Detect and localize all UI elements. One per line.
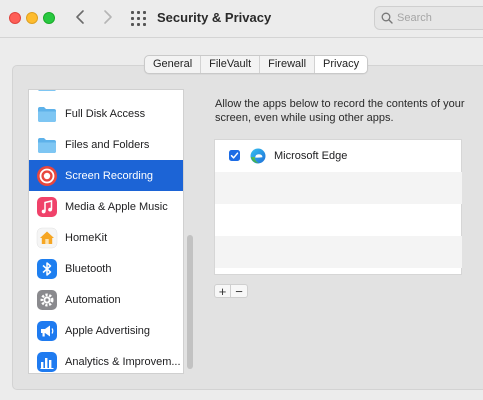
bluetooth-icon	[36, 258, 58, 280]
sidebar-item-label: Apple Advertising	[65, 324, 150, 337]
app-row-microsoft-edge[interactable]: Microsoft Edge	[215, 140, 462, 172]
back-button[interactable]	[72, 9, 88, 27]
folder-icon	[36, 90, 58, 94]
scrollbar-thumb[interactable]	[187, 235, 193, 369]
screen-recording-description: Allow the apps below to record the conte…	[215, 98, 465, 124]
checkmark-icon	[230, 152, 239, 159]
empty-row	[215, 172, 462, 204]
sidebar-item-bluetooth[interactable]: Bluetooth	[29, 253, 183, 284]
chevron-right-icon	[104, 10, 112, 24]
sidebar-item-label: HomeKit	[65, 231, 108, 244]
empty-row	[215, 204, 462, 236]
tab-general[interactable]: General	[145, 56, 202, 73]
window-title: Security & Privacy	[157, 10, 272, 25]
sidebar-item-label: Analytics & Improvem...	[65, 355, 181, 368]
sidebar-item-files-and-folders[interactable]: Files and Folders	[29, 129, 183, 160]
chevron-left-icon	[76, 10, 84, 24]
tab-bar: General FileVault Firewall Privacy	[144, 55, 369, 74]
sidebar-item-full-disk-access[interactable]: Full Disk Access	[29, 98, 183, 129]
tab-privacy[interactable]: Privacy	[315, 56, 368, 73]
sidebar-item-screen-recording[interactable]: Screen Recording	[29, 160, 183, 191]
empty-row	[215, 236, 462, 268]
folder-icon	[36, 134, 58, 156]
privacy-category-list[interactable]: Full Disk Access Files and Folders Scree…	[28, 89, 184, 374]
music-icon	[36, 196, 58, 218]
sidebar-item-label: Files and Folders	[65, 138, 150, 151]
sidebar-item-media-apple-music[interactable]: Media & Apple Music	[29, 191, 183, 222]
tab-filevault[interactable]: FileVault	[201, 56, 261, 73]
tab-firewall[interactable]: Firewall	[260, 56, 316, 73]
add-app-button[interactable]: +	[214, 284, 231, 298]
sidebar-item-homekit[interactable]: HomeKit	[29, 222, 183, 253]
sidebar-item-automation[interactable]: Automation	[29, 284, 183, 315]
sidebar-item-apple-advertising[interactable]: Apple Advertising	[29, 315, 183, 346]
screen-recording-icon	[36, 165, 58, 187]
app-list: Microsoft Edge	[214, 139, 462, 275]
sidebar-item-label: Media & Apple Music	[65, 200, 168, 213]
sidebar-item-analytics[interactable]: Analytics & Improvem...	[29, 346, 183, 373]
search-field[interactable]	[374, 6, 483, 30]
title-bar: Security & Privacy	[0, 0, 483, 38]
analytics-icon	[36, 351, 58, 373]
remove-app-button[interactable]: −	[231, 284, 248, 298]
sidebar-item-label: Bluetooth	[65, 262, 112, 275]
minimize-window-button[interactable]	[26, 12, 38, 24]
close-window-button[interactable]	[9, 12, 21, 24]
sidebar-item-label: Automation	[65, 293, 121, 306]
app-name: Microsoft Edge	[274, 150, 348, 162]
folder-icon	[36, 103, 58, 125]
search-icon	[381, 12, 393, 24]
sidebar-scrollbar[interactable]	[186, 89, 195, 374]
sidebar-item-label: Full Disk Access	[65, 107, 146, 120]
app-checkbox[interactable]	[229, 150, 240, 161]
search-input[interactable]	[397, 10, 482, 26]
home-icon	[36, 227, 58, 249]
gear-icon	[36, 289, 58, 311]
sidebar-item-label: Screen Recording	[65, 169, 154, 182]
edge-icon	[250, 148, 266, 164]
maximize-window-button[interactable]	[43, 12, 55, 24]
forward-button[interactable]	[100, 9, 116, 27]
show-all-grid-icon[interactable]	[131, 11, 146, 26]
advertising-icon	[36, 320, 58, 342]
